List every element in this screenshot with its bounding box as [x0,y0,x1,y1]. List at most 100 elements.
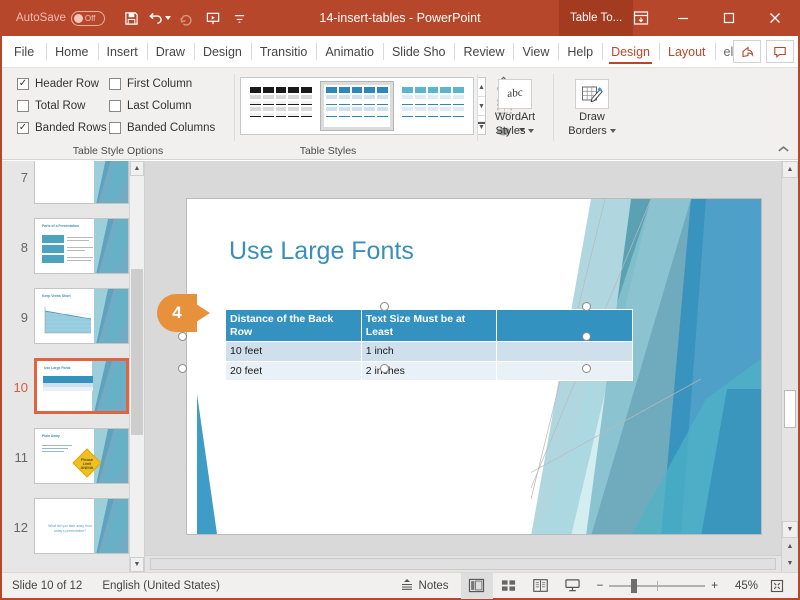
slide-scroll-down-icon[interactable]: ▼ [782,521,798,538]
handle-middle-right[interactable] [582,332,591,341]
banded-columns-checkbox-icon[interactable] [109,122,121,134]
table-row[interactable]: 10 feet 1 inch [225,341,633,362]
tab-tell-me[interactable]: ell me [714,36,733,67]
thumbnail-item-10[interactable]: 10 Use Large Fonts [2,353,130,423]
draw-borders-dropdown-icon[interactable] [609,129,616,133]
tab-view[interactable]: View [513,36,558,67]
tab-table-layout[interactable]: Layout [659,36,715,67]
table-header-row[interactable]: Distance of the Back Row Text Size Must … [225,309,633,342]
table-style-dark[interactable] [245,82,317,130]
checkbox-last-column[interactable]: Last Column [109,95,221,117]
checkbox-total-row[interactable]: Total Row [17,95,109,117]
minimize-icon[interactable] [660,0,706,36]
autosave-switch[interactable]: Off [70,10,105,26]
checkbox-first-column[interactable]: First Column [109,73,221,95]
checkbox-banded-rows[interactable]: Banded Rows [17,117,109,139]
slide-thumbnail-pane[interactable]: 7 8 Parts of a Presentation 9 Keep Views… [2,161,145,572]
tab-draw[interactable]: Draw [146,36,194,67]
thumbnail-slide-8[interactable]: Parts of a Presentation [34,218,129,274]
thumbnail-scrollbar[interactable]: ▲ ▼ [129,161,144,572]
current-slide[interactable]: Use Large Fonts Distance of the Back Row… [186,198,762,535]
table-header-cell-3[interactable] [496,309,633,342]
tab-slide-show[interactable]: Slide Sho [382,36,455,67]
redo-icon[interactable] [173,5,199,31]
table-header-cell-1[interactable]: Distance of the Back Row [225,309,362,342]
first-column-checkbox-icon[interactable] [109,78,121,90]
customize-qat-icon[interactable] [227,5,253,31]
checkbox-header-row[interactable]: Header Row [17,73,109,95]
previous-slide-icon[interactable]: ▲ [782,538,798,555]
reading-view-button[interactable] [525,573,557,599]
thumbnail-item-9[interactable]: 9 Keep Views Short [2,283,130,353]
save-icon[interactable] [119,5,145,31]
collapse-ribbon-icon[interactable] [777,144,790,156]
tab-review[interactable]: Review [454,36,513,67]
thumbnail-item-7[interactable]: 7 [2,161,130,213]
table-cell-r1c1[interactable]: 10 feet [225,341,362,362]
slide-table[interactable]: Distance of the Back Row Text Size Must … [225,309,633,381]
slide-vertical-scrollbar[interactable]: ▲ ▼ ▲ ▼ [781,161,798,572]
total-row-checkbox-icon[interactable] [17,100,29,112]
slide-counter[interactable]: Slide 10 of 12 [2,580,92,592]
table-cell-r2c1[interactable]: 20 feet [225,360,362,381]
thumbnail-item-11[interactable]: 11 Plain Away Please Limit ANIMA [2,423,130,493]
present-icon[interactable] [200,5,226,31]
tab-help[interactable]: Help [558,36,602,67]
draw-borders-button[interactable]: Draw Borders [560,75,624,137]
table-cell-r1c3[interactable] [496,341,633,362]
thumbnail-slide-11[interactable]: Plain Away Please Limit ANIMA [34,428,129,484]
tab-transitions[interactable]: Transitio [250,36,316,67]
zoom-out-button[interactable]: − [597,580,604,592]
thumbnail-slide-7[interactable] [34,161,129,204]
slide-scroll-up-icon[interactable]: ▲ [782,161,798,178]
thumbnail-scroll-thumb[interactable] [131,269,143,435]
last-column-checkbox-icon[interactable] [109,100,121,112]
table-row[interactable]: 20 feet 2 inches [225,360,633,381]
maximize-icon[interactable] [706,0,752,36]
slide-horizontal-scrollbar[interactable] [145,555,781,572]
slide-title[interactable]: Use Large Fonts [229,237,414,266]
slideshow-view-button[interactable] [557,573,589,599]
slide-scroll-thumb[interactable] [784,390,796,428]
thumbnail-item-8[interactable]: 8 Parts of a Presentation [2,213,130,283]
table-cell-r1c2[interactable]: 1 inch [360,341,498,362]
comments-icon[interactable] [765,40,794,63]
wordart-dropdown-icon[interactable] [528,129,535,133]
handle-bottom-right[interactable] [582,364,591,373]
tab-table-design[interactable]: Design [602,36,659,67]
table-styles-gallery[interactable] [240,77,474,135]
share-icon[interactable] [732,40,761,63]
thumbnail-scroll-down-icon[interactable]: ▼ [130,557,144,572]
thumbnail-slide-10[interactable]: Use Large Fonts [34,358,129,414]
tab-home[interactable]: Home [46,36,97,67]
ribbon-display-options-icon[interactable] [622,0,660,36]
slide-sorter-view-button[interactable] [493,573,525,599]
thumbnail-scroll-up-icon[interactable]: ▲ [130,161,144,176]
slide-editing-pane[interactable]: Use Large Fonts Distance of the Back Row… [145,161,798,572]
fit-to-window-icon[interactable] [764,573,790,599]
zoom-slider[interactable] [609,578,706,593]
autosave-toggle[interactable]: AutoSave Off [16,10,105,26]
wordart-styles-button[interactable]: abc WordArt Styles [484,75,546,137]
zoom-in-button[interactable]: + [711,580,718,592]
zoom-percentage[interactable]: 45% [724,580,758,592]
undo-icon[interactable] [146,5,172,31]
undo-dropdown-icon[interactable] [164,16,171,20]
thumbnail-slide-9[interactable]: Keep Views Short [34,288,129,344]
banded-rows-checkbox-icon[interactable] [17,122,29,134]
close-icon[interactable] [752,0,798,36]
tab-animations[interactable]: Animatio [316,36,383,67]
checkbox-banded-columns[interactable]: Banded Columns [109,117,221,139]
table-header-cell-2[interactable]: Text Size Must be at Least [360,309,498,342]
handle-middle-left[interactable] [178,332,187,341]
thumbnail-item-12[interactable]: 12 What did you take away from today's p… [2,493,130,563]
normal-view-button[interactable] [460,572,493,599]
tab-design[interactable]: Design [193,36,251,67]
tab-file[interactable]: File [2,36,46,67]
handle-top-center[interactable] [380,302,389,311]
tab-insert[interactable]: Insert [97,36,147,67]
next-slide-icon[interactable]: ▼ [782,555,798,572]
slide-hscroll-track[interactable] [150,558,776,570]
language-indicator[interactable]: English (United States) [92,580,230,592]
handle-bottom-left[interactable] [178,364,187,373]
